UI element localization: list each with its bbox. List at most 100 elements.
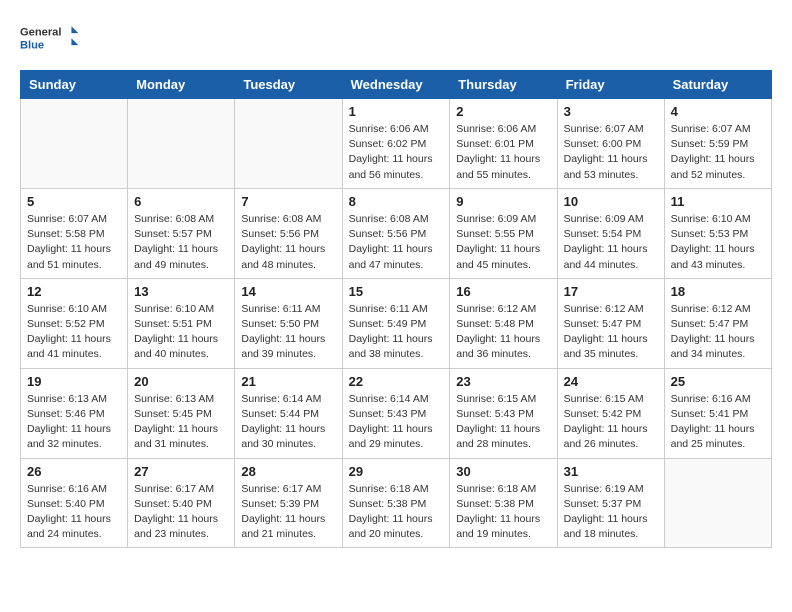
weekday-header-saturday: Saturday (664, 71, 771, 99)
day-info: Sunrise: 6:08 AM Sunset: 5:57 PM Dayligh… (134, 212, 228, 273)
weekday-header-row: SundayMondayTuesdayWednesdayThursdayFrid… (21, 71, 772, 99)
day-info: Sunrise: 6:17 AM Sunset: 5:40 PM Dayligh… (134, 482, 228, 543)
day-info: Sunrise: 6:15 AM Sunset: 5:42 PM Dayligh… (564, 392, 658, 453)
calendar-week-1: 5 Sunrise: 6:07 AM Sunset: 5:58 PM Daylig… (21, 188, 772, 278)
day-info: Sunrise: 6:09 AM Sunset: 5:55 PM Dayligh… (456, 212, 550, 273)
day-number: 8 (349, 194, 444, 209)
calendar-cell: 6 Sunrise: 6:08 AM Sunset: 5:57 PM Daylig… (128, 188, 235, 278)
weekday-header-friday: Friday (557, 71, 664, 99)
day-number: 11 (671, 194, 765, 209)
day-number: 22 (349, 374, 444, 389)
weekday-header-sunday: Sunday (21, 71, 128, 99)
day-number: 2 (456, 104, 550, 119)
day-number: 1 (349, 104, 444, 119)
calendar-cell: 7 Sunrise: 6:08 AM Sunset: 5:56 PM Daylig… (235, 188, 342, 278)
calendar-cell: 19 Sunrise: 6:13 AM Sunset: 5:46 PM Dayli… (21, 368, 128, 458)
weekday-header-tuesday: Tuesday (235, 71, 342, 99)
day-number: 15 (349, 284, 444, 299)
calendar-cell: 18 Sunrise: 6:12 AM Sunset: 5:47 PM Dayli… (664, 278, 771, 368)
calendar-cell: 30 Sunrise: 6:18 AM Sunset: 5:38 PM Dayli… (450, 458, 557, 548)
day-info: Sunrise: 6:12 AM Sunset: 5:47 PM Dayligh… (564, 302, 658, 363)
day-number: 24 (564, 374, 658, 389)
day-number: 17 (564, 284, 658, 299)
day-number: 5 (27, 194, 121, 209)
calendar-cell: 4 Sunrise: 6:07 AM Sunset: 5:59 PM Daylig… (664, 99, 771, 189)
day-number: 19 (27, 374, 121, 389)
day-number: 23 (456, 374, 550, 389)
day-info: Sunrise: 6:16 AM Sunset: 5:40 PM Dayligh… (27, 482, 121, 543)
day-number: 26 (27, 464, 121, 479)
day-info: Sunrise: 6:13 AM Sunset: 5:46 PM Dayligh… (27, 392, 121, 453)
day-number: 4 (671, 104, 765, 119)
day-info: Sunrise: 6:10 AM Sunset: 5:52 PM Dayligh… (27, 302, 121, 363)
day-number: 16 (456, 284, 550, 299)
day-info: Sunrise: 6:14 AM Sunset: 5:43 PM Dayligh… (349, 392, 444, 453)
calendar-cell: 24 Sunrise: 6:15 AM Sunset: 5:42 PM Dayli… (557, 368, 664, 458)
day-info: Sunrise: 6:12 AM Sunset: 5:47 PM Dayligh… (671, 302, 765, 363)
day-number: 9 (456, 194, 550, 209)
day-info: Sunrise: 6:08 AM Sunset: 5:56 PM Dayligh… (349, 212, 444, 273)
day-number: 25 (671, 374, 765, 389)
calendar-cell: 11 Sunrise: 6:10 AM Sunset: 5:53 PM Dayli… (664, 188, 771, 278)
day-info: Sunrise: 6:11 AM Sunset: 5:49 PM Dayligh… (349, 302, 444, 363)
calendar-week-0: 1 Sunrise: 6:06 AM Sunset: 6:02 PM Daylig… (21, 99, 772, 189)
day-info: Sunrise: 6:11 AM Sunset: 5:50 PM Dayligh… (241, 302, 335, 363)
weekday-header-wednesday: Wednesday (342, 71, 450, 99)
calendar-cell: 8 Sunrise: 6:08 AM Sunset: 5:56 PM Daylig… (342, 188, 450, 278)
day-number: 20 (134, 374, 228, 389)
day-info: Sunrise: 6:06 AM Sunset: 6:01 PM Dayligh… (456, 122, 550, 183)
logo: General Blue (20, 20, 80, 60)
day-info: Sunrise: 6:16 AM Sunset: 5:41 PM Dayligh… (671, 392, 765, 453)
calendar-cell (235, 99, 342, 189)
calendar-cell: 22 Sunrise: 6:14 AM Sunset: 5:43 PM Dayli… (342, 368, 450, 458)
day-number: 6 (134, 194, 228, 209)
day-info: Sunrise: 6:07 AM Sunset: 5:59 PM Dayligh… (671, 122, 765, 183)
calendar-week-2: 12 Sunrise: 6:10 AM Sunset: 5:52 PM Dayli… (21, 278, 772, 368)
day-info: Sunrise: 6:07 AM Sunset: 5:58 PM Dayligh… (27, 212, 121, 273)
day-number: 30 (456, 464, 550, 479)
day-number: 21 (241, 374, 335, 389)
day-info: Sunrise: 6:15 AM Sunset: 5:43 PM Dayligh… (456, 392, 550, 453)
day-info: Sunrise: 6:06 AM Sunset: 6:02 PM Dayligh… (349, 122, 444, 183)
day-number: 13 (134, 284, 228, 299)
day-info: Sunrise: 6:19 AM Sunset: 5:37 PM Dayligh… (564, 482, 658, 543)
day-info: Sunrise: 6:13 AM Sunset: 5:45 PM Dayligh… (134, 392, 228, 453)
calendar-cell: 31Sunrise: 6:19 AM Sunset: 5:37 PM Dayli… (557, 458, 664, 548)
day-info: Sunrise: 6:09 AM Sunset: 5:54 PM Dayligh… (564, 212, 658, 273)
header-section: General Blue (20, 20, 772, 60)
day-info: Sunrise: 6:14 AM Sunset: 5:44 PM Dayligh… (241, 392, 335, 453)
calendar-cell: 27 Sunrise: 6:17 AM Sunset: 5:40 PM Dayli… (128, 458, 235, 548)
calendar-cell: 28 Sunrise: 6:17 AM Sunset: 5:39 PM Dayli… (235, 458, 342, 548)
day-info: Sunrise: 6:17 AM Sunset: 5:39 PM Dayligh… (241, 482, 335, 543)
calendar-cell: 26 Sunrise: 6:16 AM Sunset: 5:40 PM Dayli… (21, 458, 128, 548)
logo-svg: General Blue (20, 20, 80, 60)
day-number: 12 (27, 284, 121, 299)
day-number: 14 (241, 284, 335, 299)
calendar-cell: 5 Sunrise: 6:07 AM Sunset: 5:58 PM Daylig… (21, 188, 128, 278)
day-number: 7 (241, 194, 335, 209)
weekday-header-monday: Monday (128, 71, 235, 99)
day-info: Sunrise: 6:10 AM Sunset: 5:53 PM Dayligh… (671, 212, 765, 273)
calendar-week-3: 19 Sunrise: 6:13 AM Sunset: 5:46 PM Dayli… (21, 368, 772, 458)
day-number: 18 (671, 284, 765, 299)
calendar-cell (128, 99, 235, 189)
svg-text:General: General (20, 27, 61, 39)
calendar-cell: 14 Sunrise: 6:11 AM Sunset: 5:50 PM Dayli… (235, 278, 342, 368)
calendar-cell (664, 458, 771, 548)
day-info: Sunrise: 6:18 AM Sunset: 5:38 PM Dayligh… (456, 482, 550, 543)
calendar-cell: 1 Sunrise: 6:06 AM Sunset: 6:02 PM Daylig… (342, 99, 450, 189)
day-number: 28 (241, 464, 335, 479)
calendar-cell: 29Sunrise: 6:18 AM Sunset: 5:38 PM Dayli… (342, 458, 450, 548)
calendar-week-4: 26 Sunrise: 6:16 AM Sunset: 5:40 PM Dayli… (21, 458, 772, 548)
calendar-cell: 17 Sunrise: 6:12 AM Sunset: 5:47 PM Dayli… (557, 278, 664, 368)
calendar-cell: 20 Sunrise: 6:13 AM Sunset: 5:45 PM Dayli… (128, 368, 235, 458)
calendar-cell: 23 Sunrise: 6:15 AM Sunset: 5:43 PM Dayli… (450, 368, 557, 458)
calendar-cell: 10 Sunrise: 6:09 AM Sunset: 5:54 PM Dayli… (557, 188, 664, 278)
calendar-cell: 16Sunrise: 6:12 AM Sunset: 5:48 PM Dayli… (450, 278, 557, 368)
day-number: 27 (134, 464, 228, 479)
day-number: 3 (564, 104, 658, 119)
day-info: Sunrise: 6:08 AM Sunset: 5:56 PM Dayligh… (241, 212, 335, 273)
day-number: 10 (564, 194, 658, 209)
calendar-cell: 13Sunrise: 6:10 AM Sunset: 5:51 PM Dayli… (128, 278, 235, 368)
day-info: Sunrise: 6:18 AM Sunset: 5:38 PM Dayligh… (349, 482, 444, 543)
